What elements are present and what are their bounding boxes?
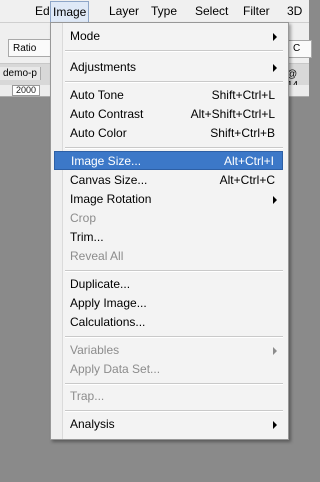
menu-type[interactable]: Type xyxy=(149,0,179,22)
clear-button[interactable]: C xyxy=(288,40,312,58)
menu-item-label: Reveal All xyxy=(70,249,124,263)
menu-separator xyxy=(65,336,283,338)
menu-item-shortcut: Alt+Ctrl+C xyxy=(219,173,275,187)
menu-bar: Edit Image Layer Type Select Filter 3D xyxy=(0,0,309,23)
menu-item-label: Image Size... xyxy=(71,154,142,168)
menu-item-label: Calculations... xyxy=(70,315,146,329)
submenu-arrow-icon xyxy=(273,64,277,72)
menu-item-label: Crop xyxy=(70,211,97,225)
menu-item-label: Duplicate... xyxy=(70,277,131,291)
menu-item-auto-tone[interactable]: Auto Tone Shift+Ctrl+L xyxy=(54,86,283,105)
menu-3d[interactable]: 3D xyxy=(285,0,304,22)
ruler-value: 2000 xyxy=(12,85,41,96)
menu-item-label: Apply Image... xyxy=(70,296,147,310)
menu-item-canvas-size[interactable]: Canvas Size... Alt+Ctrl+C xyxy=(54,171,283,190)
menu-layer[interactable]: Layer xyxy=(107,0,141,22)
menu-filter[interactable]: Filter xyxy=(241,0,272,22)
menu-item-analysis[interactable]: Analysis xyxy=(54,415,283,434)
menu-select[interactable]: Select xyxy=(193,0,230,22)
menu-item-label: Auto Contrast xyxy=(70,107,144,121)
menu-item-adjustments[interactable]: Adjustments xyxy=(54,58,283,77)
menu-item-label: Trap... xyxy=(70,389,105,403)
submenu-arrow-icon xyxy=(273,196,277,204)
menu-item-reveal-all: Reveal All xyxy=(54,247,283,266)
menu-item-shortcut: Alt+Shift+Ctrl+L xyxy=(190,107,275,121)
menu-item-label: Mode xyxy=(70,29,101,43)
menu-item-apply-data-set: Apply Data Set... xyxy=(54,360,283,379)
menu-item-trim[interactable]: Trim... xyxy=(54,228,283,247)
menu-item-auto-contrast[interactable]: Auto Contrast Alt+Shift+Ctrl+L xyxy=(54,105,283,124)
document-tab[interactable]: demo-p xyxy=(0,67,41,80)
menu-item-shortcut: Shift+Ctrl+L xyxy=(211,88,275,102)
menu-item-label: Analysis xyxy=(70,417,115,431)
menu-item-label: Variables xyxy=(70,343,120,357)
menu-item-auto-color[interactable]: Auto Color Shift+Ctrl+B xyxy=(54,124,283,143)
menu-item-label: Trim... xyxy=(70,230,104,244)
submenu-arrow-icon xyxy=(273,347,277,355)
menu-item-shortcut: Shift+Ctrl+B xyxy=(210,126,275,140)
menu-separator xyxy=(65,147,283,149)
menu-image[interactable]: Image xyxy=(50,1,90,23)
menu-item-image-rotation[interactable]: Image Rotation xyxy=(54,190,283,209)
menu-item-crop: Crop xyxy=(54,209,283,228)
menu-item-image-size[interactable]: Image Size... Alt+Ctrl+I xyxy=(54,151,283,170)
menu-item-label: Canvas Size... xyxy=(70,173,148,187)
menu-item-label: Apply Data Set... xyxy=(70,362,161,376)
submenu-arrow-icon xyxy=(273,421,277,429)
menu-item-label: Auto Color xyxy=(70,126,127,140)
menu-item-variables: Variables xyxy=(54,341,283,360)
menu-separator xyxy=(65,50,283,52)
menu-separator xyxy=(65,410,283,412)
menu-item-label: Image Rotation xyxy=(70,192,152,206)
ratio-dropdown[interactable]: Ratio xyxy=(8,39,52,57)
menu-item-calculations[interactable]: Calculations... xyxy=(54,313,283,332)
menu-item-mode[interactable]: Mode xyxy=(54,27,283,46)
menu-separator xyxy=(65,383,283,385)
image-menu-dropdown: Mode Adjustments Auto Tone Shift+Ctrl+L … xyxy=(50,22,289,440)
menu-item-shortcut: Alt+Ctrl+I xyxy=(223,154,274,168)
menu-item-duplicate[interactable]: Duplicate... xyxy=(54,275,283,294)
menu-item-label: Adjustments xyxy=(70,60,137,74)
menu-item-trap: Trap... xyxy=(54,387,283,406)
menu-item-apply-image[interactable]: Apply Image... xyxy=(54,294,283,313)
submenu-arrow-icon xyxy=(273,33,277,41)
menu-separator xyxy=(65,81,283,83)
menu-separator xyxy=(65,270,283,272)
menu-item-label: Auto Tone xyxy=(70,88,124,102)
